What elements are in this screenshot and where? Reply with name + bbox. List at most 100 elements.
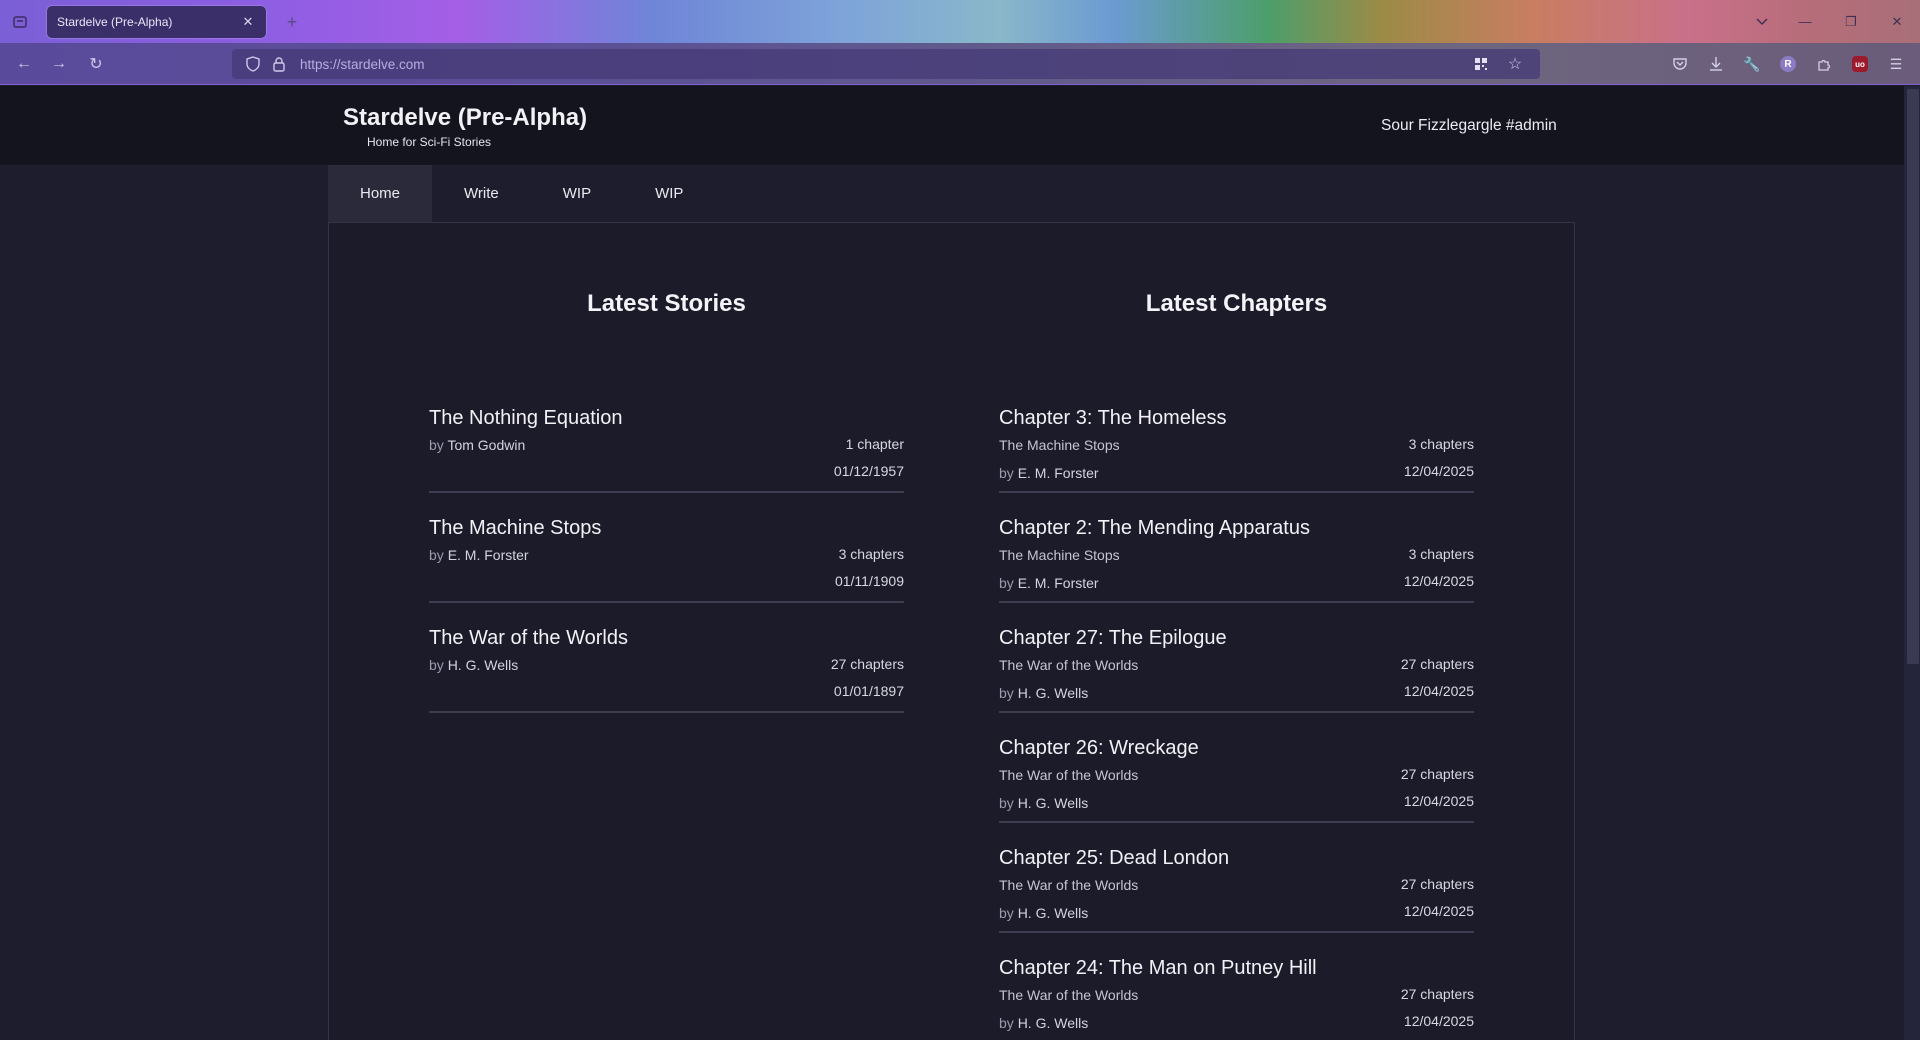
divider xyxy=(999,931,1474,933)
chapter-author-link[interactable]: E. M. Forster xyxy=(1018,575,1099,591)
browser-tab-strip: Stardelve (Pre-Alpha) ✕ + — ❐ ✕ xyxy=(0,0,1920,43)
close-tab-icon[interactable]: ✕ xyxy=(240,14,256,30)
chapter-count: 27 chapters xyxy=(1400,986,1474,1002)
story-byline: by H. G. Wells xyxy=(429,657,519,673)
scrollbar-thumb[interactable] xyxy=(1907,89,1919,664)
divider xyxy=(429,601,904,603)
site-header: Stardelve (Pre-Alpha) Home for Sci-Fi St… xyxy=(0,86,1904,165)
content-panel: Latest Stories Latest Chapters The Nothi… xyxy=(328,222,1575,1040)
reload-icon[interactable]: ↻ xyxy=(84,52,108,76)
story-author-link[interactable]: E. M. Forster xyxy=(448,547,529,563)
chapter-item: Chapter 27: The Epilogue The War of the … xyxy=(999,627,1474,737)
chapter-author-link[interactable]: E. M. Forster xyxy=(1018,465,1099,481)
extensions-toolbar: 🔧 R uo ☰ xyxy=(1668,52,1908,76)
url-bar-actions: ☆ xyxy=(1470,53,1530,75)
chapter-date: 12/04/2025 xyxy=(1403,1013,1474,1029)
url-text: https://stardelve.com xyxy=(300,56,425,72)
browser-tab-title: Stardelve (Pre-Alpha) xyxy=(57,15,173,29)
chapter-byline: by H. G. Wells xyxy=(999,905,1089,921)
browser-tab[interactable]: Stardelve (Pre-Alpha) ✕ xyxy=(47,6,266,38)
chapter-title[interactable]: Chapter 26: Wreckage xyxy=(999,737,1199,760)
story-date: 01/01/1897 xyxy=(833,683,904,699)
chapter-item: Chapter 26: Wreckage The War of the Worl… xyxy=(999,737,1474,847)
story-title[interactable]: The Nothing Equation xyxy=(429,407,622,430)
divider xyxy=(999,821,1474,823)
close-window-button[interactable]: ✕ xyxy=(1874,0,1920,43)
window-controls: — ❐ ✕ xyxy=(1742,0,1920,43)
story-byline: by E. M. Forster xyxy=(429,547,529,563)
site-title[interactable]: Stardelve (Pre-Alpha) xyxy=(343,104,587,132)
nav-tab-wip-2[interactable]: WIP xyxy=(623,165,715,222)
url-bar[interactable]: https://stardelve.com ☆ xyxy=(232,49,1540,79)
qr-code-icon[interactable] xyxy=(1470,53,1492,75)
chapter-item: Chapter 24: The Man on Putney Hill The W… xyxy=(999,957,1474,1040)
story-author-link[interactable]: Tom Godwin xyxy=(447,437,525,453)
chapter-byline: by E. M. Forster xyxy=(999,575,1099,591)
shield-icon[interactable] xyxy=(242,53,264,75)
story-item: The Machine Stops by E. M. Forster 3 cha… xyxy=(429,517,904,627)
divider xyxy=(999,491,1474,493)
current-user-link[interactable]: Sour Fizzlegargle #admin xyxy=(1381,117,1557,135)
chapter-author-link[interactable]: H. G. Wells xyxy=(1018,1015,1089,1031)
divider xyxy=(999,601,1474,603)
divider xyxy=(999,711,1474,713)
restore-button[interactable]: ❐ xyxy=(1828,0,1874,43)
chapter-date: 12/04/2025 xyxy=(1403,463,1474,479)
pocket-icon[interactable] xyxy=(1668,52,1692,76)
download-icon[interactable] xyxy=(1704,52,1728,76)
tab-overflow-chevron-icon[interactable] xyxy=(1742,0,1782,43)
chapter-title[interactable]: Chapter 25: Dead London xyxy=(999,847,1229,870)
chapter-story-link[interactable]: The War of the Worlds xyxy=(999,877,1138,893)
page-scrollbar[interactable] xyxy=(1904,86,1920,1040)
minimize-button[interactable]: — xyxy=(1782,0,1828,43)
chapter-story-link[interactable]: The War of the Worlds xyxy=(999,767,1138,783)
latest-chapters-heading: Latest Chapters xyxy=(1145,290,1328,317)
ublock-origin-icon[interactable]: uo xyxy=(1848,52,1872,76)
story-item: The War of the Worlds by H. G. Wells 27 … xyxy=(429,627,904,737)
main-container: Home Write WIP WIP Latest Stories Latest… xyxy=(328,165,1575,1040)
chapter-story-link[interactable]: The Machine Stops xyxy=(999,547,1120,563)
chapter-date: 12/04/2025 xyxy=(1403,573,1474,589)
chapter-author-link[interactable]: H. G. Wells xyxy=(1018,905,1089,921)
nav-tab-write[interactable]: Write xyxy=(432,165,531,222)
new-tab-icon[interactable]: + xyxy=(281,11,303,33)
story-byline: by Tom Godwin xyxy=(429,437,526,453)
story-author-link[interactable]: H. G. Wells xyxy=(448,657,519,673)
menu-hamburger-icon[interactable]: ☰ xyxy=(1884,52,1908,76)
chapter-title[interactable]: Chapter 2: The Mending Apparatus xyxy=(999,517,1310,540)
chapter-author-link[interactable]: H. G. Wells xyxy=(1018,685,1089,701)
chapter-title[interactable]: Chapter 24: The Man on Putney Hill xyxy=(999,957,1317,980)
story-title[interactable]: The Machine Stops xyxy=(429,517,601,540)
nav-tab-wip-1[interactable]: WIP xyxy=(531,165,623,222)
chapter-date: 12/04/2025 xyxy=(1403,903,1474,919)
story-chapter-count: 3 chapters xyxy=(838,546,904,562)
story-date: 01/12/1957 xyxy=(833,463,904,479)
chapter-title[interactable]: Chapter 3: The Homeless xyxy=(999,407,1227,430)
chapter-byline: by E. M. Forster xyxy=(999,465,1099,481)
back-arrow-icon[interactable]: ← xyxy=(12,52,36,76)
wrench-icon[interactable]: 🔧 xyxy=(1740,52,1764,76)
chapter-story-link[interactable]: The Machine Stops xyxy=(999,437,1120,453)
chapter-item: Chapter 3: The Homeless The Machine Stop… xyxy=(999,407,1474,517)
divider xyxy=(429,491,904,493)
extensions-puzzle-icon[interactable] xyxy=(1812,52,1836,76)
browser-toolbar: ← → ↻ https://stardelve.com ☆ 🔧 R uo ☰ xyxy=(0,43,1920,85)
divider xyxy=(429,711,904,713)
profile-avatar-icon[interactable]: R xyxy=(1776,52,1800,76)
story-item: The Nothing Equation by Tom Godwin 1 cha… xyxy=(429,407,904,517)
chapter-date: 12/04/2025 xyxy=(1403,683,1474,699)
chapter-title[interactable]: Chapter 27: The Epilogue xyxy=(999,627,1227,650)
chapter-date: 12/04/2025 xyxy=(1403,793,1474,809)
tab-list-icon[interactable] xyxy=(8,10,32,34)
chapter-author-link[interactable]: H. G. Wells xyxy=(1018,795,1089,811)
chapter-count: 27 chapters xyxy=(1400,656,1474,672)
bookmark-star-icon[interactable]: ☆ xyxy=(1504,53,1526,75)
forward-arrow-icon[interactable]: → xyxy=(47,52,71,76)
chapter-count: 3 chapters xyxy=(1408,436,1474,452)
nav-tab-home[interactable]: Home xyxy=(328,165,433,222)
lock-icon[interactable] xyxy=(268,53,290,75)
story-title[interactable]: The War of the Worlds xyxy=(429,627,628,650)
chapter-byline: by H. G. Wells xyxy=(999,795,1089,811)
chapter-story-link[interactable]: The War of the Worlds xyxy=(999,657,1138,673)
chapter-story-link[interactable]: The War of the Worlds xyxy=(999,987,1138,1003)
